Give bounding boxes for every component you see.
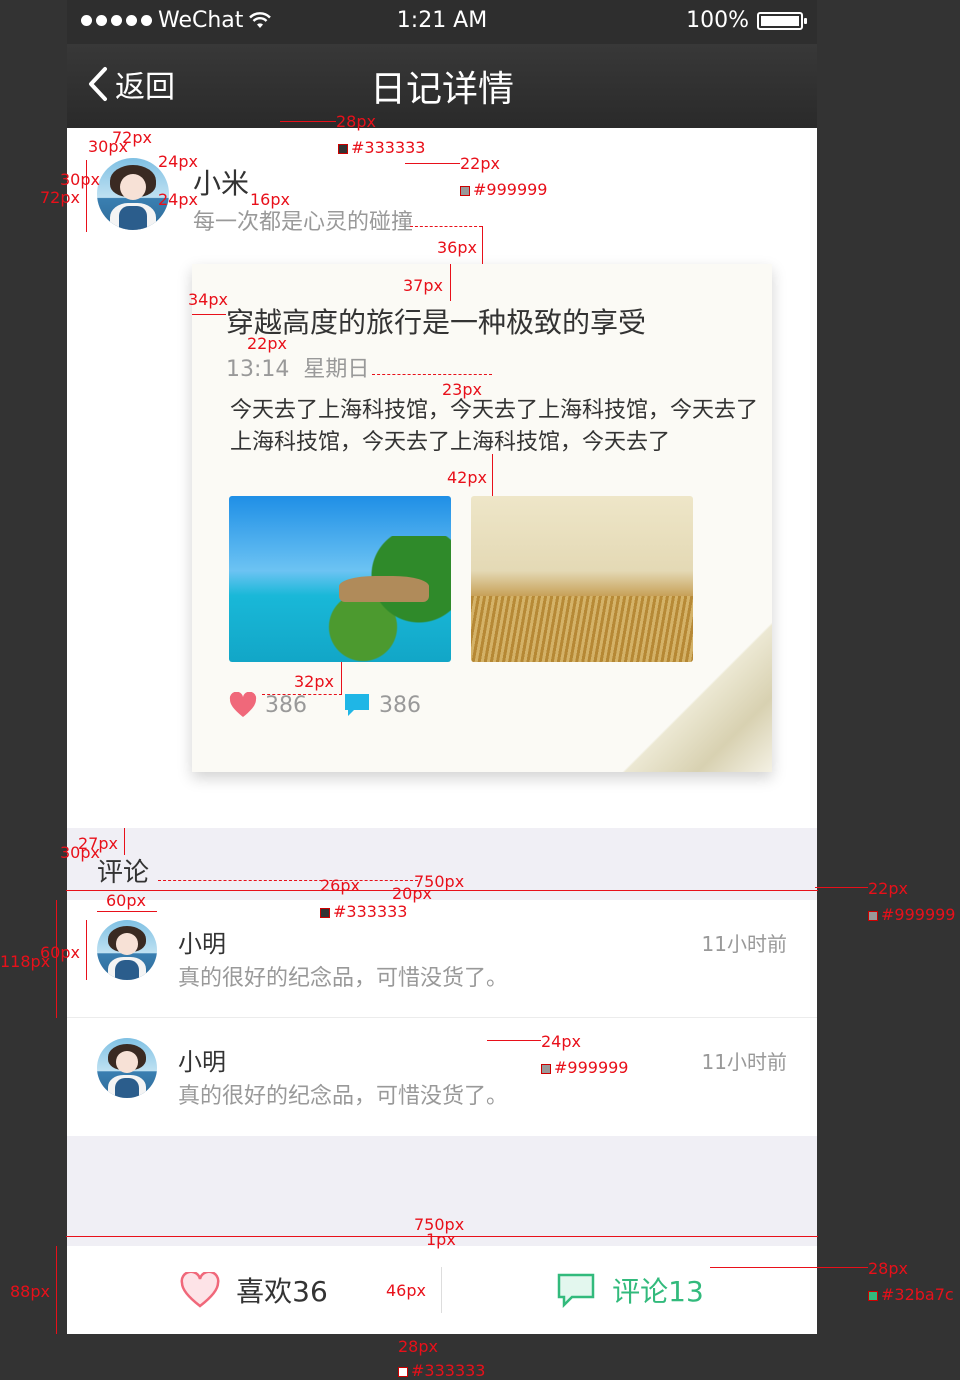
annotation-line	[158, 880, 418, 881]
annotation-line	[815, 887, 868, 888]
annotation-label: 28px	[868, 1259, 908, 1278]
annotation-label: 46px	[386, 1281, 426, 1300]
annotation-line	[405, 163, 460, 164]
annotation-label: #999999	[868, 905, 955, 924]
annotation-label: 24px	[158, 190, 198, 209]
annotation-label: 24px	[158, 152, 198, 171]
page-title: 日记详情	[369, 69, 514, 110]
annotation-label: 26px	[320, 876, 360, 895]
annotation-label: 72px	[40, 188, 80, 207]
diary-stats: 386 386	[229, 692, 457, 718]
annotation-label: 750px	[414, 872, 465, 891]
comment-label: 评论13	[612, 1275, 704, 1308]
annotation-line	[86, 920, 87, 980]
annotation-line	[262, 694, 342, 695]
annotation-label: 16px	[250, 190, 290, 209]
heart-icon	[229, 692, 257, 717]
annotation-label: 1px	[426, 1230, 456, 1249]
commenter-name: 小明	[178, 930, 226, 958]
battery-percent: 100%	[686, 8, 749, 33]
comment-item[interactable]: 小明 真的很好的纪念品，可惜没货了。 11小时前	[67, 900, 817, 1018]
annotation-line	[710, 1267, 868, 1268]
annotation-label: #333333	[398, 1361, 485, 1380]
annotation-line	[86, 160, 87, 232]
comment-button[interactable]: 评论13	[443, 1246, 817, 1334]
annotation-line	[280, 121, 336, 122]
comment-time: 11小时前	[701, 932, 787, 956]
annotation-line	[372, 374, 492, 375]
annotation-line	[56, 900, 57, 1018]
comment-count: 386	[379, 692, 421, 718]
annotation-line	[66, 890, 818, 891]
annotation-label: 118px	[0, 952, 51, 971]
comment-bubble-icon	[345, 694, 369, 716]
comment-time: 11小时前	[701, 1050, 787, 1074]
comment-list: 小明 真的很好的纪念品，可惜没货了。 11小时前 小明 真的很好的纪念品，可惜没…	[67, 900, 817, 1136]
comment-outline-icon	[557, 1273, 595, 1308]
annotation-line	[450, 264, 451, 301]
annotation-label: 60px	[106, 891, 146, 910]
annotation-label: 32px	[294, 672, 334, 691]
diary-like-count[interactable]: 386	[229, 692, 307, 718]
annotation-label: 30px	[60, 843, 100, 862]
diary-time: 13:14	[226, 357, 290, 382]
diary-photo-grass[interactable]	[471, 496, 693, 662]
annotation-label: 28px	[336, 112, 376, 131]
annotation-label: 36px	[437, 238, 477, 257]
diary-weekday: 星期日	[303, 357, 370, 382]
annotation-label: 42px	[447, 468, 487, 487]
diary-body: 今天去了上海科技馆，今天去了上海科技馆，今天去了上海科技馆，今天去了上海科技馆，…	[230, 398, 759, 455]
annotation-label: 22px	[247, 334, 287, 353]
like-count: 386	[265, 692, 307, 718]
comment-text: 真的很好的纪念品，可惜没货了。	[178, 966, 509, 991]
battery-icon	[757, 11, 807, 30]
annotation-line	[97, 911, 157, 912]
diary-date: 13:14 星期日	[226, 351, 369, 383]
nav-bar: 返回 日记详情	[67, 44, 817, 128]
annotation-label: 30px	[60, 170, 100, 189]
annotation-line	[124, 828, 125, 855]
comments-heading: 评论	[97, 858, 150, 888]
annotation-label: #999999	[541, 1058, 628, 1077]
diary-photo-beach[interactable]	[229, 496, 451, 662]
annotation-label: 24px	[541, 1032, 581, 1051]
commenter-avatar[interactable]	[97, 1038, 157, 1098]
annotation-label: #999999	[460, 180, 547, 199]
diary-comment-count[interactable]: 386	[343, 692, 421, 718]
status-right: 100%	[686, 8, 807, 33]
author-name[interactable]: 小米	[193, 162, 249, 202]
annotation-label: 37px	[403, 276, 443, 295]
annotation-label: 88px	[10, 1282, 50, 1301]
annotation-label: 22px	[460, 154, 500, 173]
annotation-label: 30px	[88, 137, 128, 156]
heart-outline-icon	[180, 1272, 220, 1308]
bottom-action-bar: 喜欢36 评论13	[67, 1246, 817, 1334]
annotation-line	[341, 662, 342, 694]
annotation-label: 22px	[868, 879, 908, 898]
bottom-divider	[441, 1267, 442, 1313]
annotation-line	[487, 1040, 541, 1041]
annotation-line	[192, 314, 226, 315]
annotation-label: 23px	[442, 380, 482, 399]
author-signature: 每一次都是心灵的碰撞	[193, 210, 414, 235]
commenter-name: 小明	[178, 1048, 226, 1076]
status-bar: WeChat 1:21 AM 100%	[67, 0, 817, 44]
annotation-line	[56, 1246, 57, 1334]
annotation-line	[482, 226, 483, 264]
diary-section: 小米 每一次都是心灵的碰撞 穿越高度的旅行是一种极致的享受 13:14 星期日 今…	[67, 128, 817, 828]
annotation-label: 28px	[398, 1337, 438, 1356]
comment-item[interactable]: 小明 真的很好的纪念品，可惜没货了。 11小时前	[67, 1018, 817, 1136]
annotation-label: #333333	[338, 138, 425, 157]
annotation-label: 34px	[188, 290, 228, 309]
annotation-line	[410, 226, 482, 227]
comment-text: 真的很好的纪念品，可惜没货了。	[178, 1084, 509, 1109]
commenter-avatar[interactable]	[97, 920, 157, 980]
like-label: 喜欢36	[236, 1275, 328, 1308]
annotation-label: #333333	[320, 902, 407, 921]
annotation-label: #32ba7c	[868, 1285, 954, 1304]
like-button[interactable]: 喜欢36	[67, 1246, 441, 1334]
annotation-line	[492, 454, 493, 496]
diary-title: 穿越高度的旅行是一种极致的享受	[226, 306, 647, 339]
